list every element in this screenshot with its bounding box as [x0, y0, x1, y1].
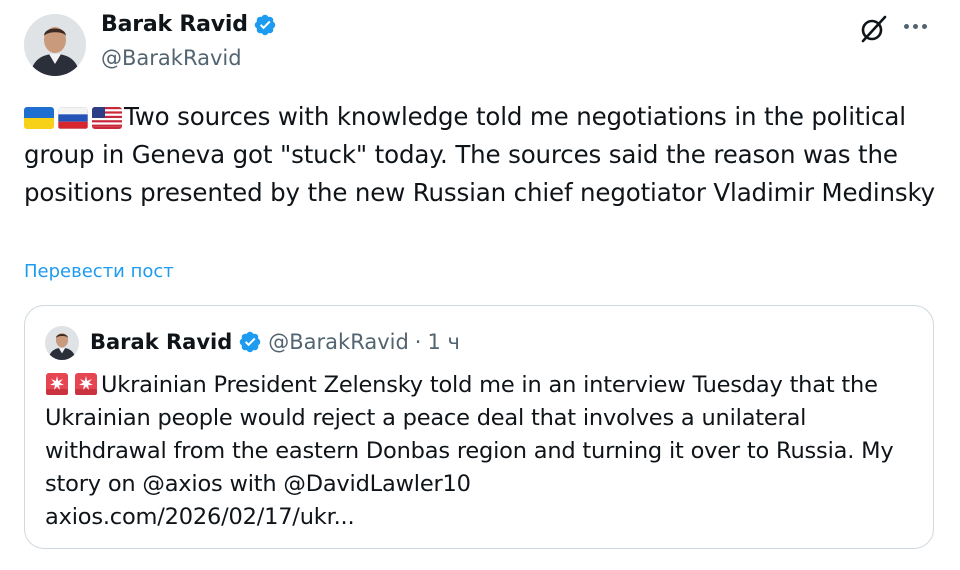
siren-icon — [75, 373, 97, 395]
quoted-tweet-header: Barak Ravid @BarakRavid · 1 ч — [90, 330, 460, 354]
ukraine-flag-icon — [24, 107, 54, 129]
quoted-author-avatar[interactable] — [45, 326, 79, 360]
quoted-tweet-text: Ukrainian President Zelensky told me in … — [45, 372, 894, 497]
tweet[interactable]: Barak Ravid @BarakRavid Two sources with… — [0, 0, 960, 570]
header-separator: · — [414, 330, 422, 354]
siren-icon — [46, 373, 68, 395]
tweet-text: Two sources with knowledge told me negot… — [24, 102, 936, 207]
quoted-tweet-text-container: Ukrainian President Zelensky told me in … — [45, 369, 920, 534]
author-name-row[interactable]: Barak Ravid — [101, 12, 277, 37]
verified-badge-icon — [240, 331, 261, 353]
quoted-timestamp[interactable]: 1 ч — [427, 330, 459, 354]
quoted-author-handle[interactable]: @BarakRavid — [268, 330, 409, 354]
verified-badge-icon — [254, 14, 276, 35]
quoted-tweet-link[interactable]: axios.com/2026/02/17/ukr... — [45, 504, 355, 530]
author-handle[interactable]: @BarakRavid — [101, 46, 242, 70]
quoted-tweet[interactable]: Barak Ravid @BarakRavid · 1 ч Ukrainian … — [24, 305, 934, 549]
author-name[interactable]: Barak Ravid — [101, 12, 248, 37]
grok-icon[interactable] — [858, 14, 888, 44]
tweet-text-container: Two sources with knowledge told me negot… — [24, 98, 939, 212]
more-options-icon[interactable] — [904, 24, 927, 29]
siren-emoji-group — [45, 372, 98, 396]
usa-flag-icon — [92, 107, 122, 129]
translate-post-link[interactable]: Перевести пост — [24, 261, 174, 282]
russia-flag-icon — [58, 107, 88, 129]
author-avatar[interactable] — [24, 14, 86, 76]
quoted-author-name[interactable]: Barak Ravid — [90, 330, 232, 354]
flags-emoji — [24, 107, 122, 129]
